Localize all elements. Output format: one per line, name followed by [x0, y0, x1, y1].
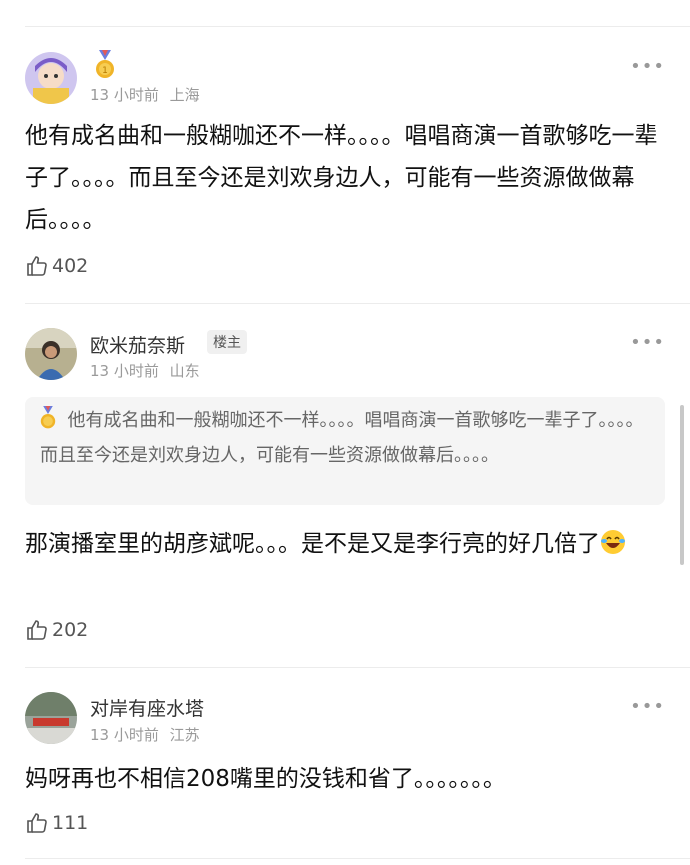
- quoted-comment[interactable]: 他有成名曲和一般糊咖还不一样。。。。唱唱商演一首歌够吃一辈子了。。。。而且至今还…: [25, 397, 665, 505]
- author-name[interactable]: 欧米茄奈斯: [90, 331, 185, 358]
- thumbs-up-icon: [27, 256, 47, 276]
- like-count: 402: [52, 255, 89, 277]
- like-button[interactable]: 402: [25, 254, 88, 278]
- thumbs-up-icon: [27, 813, 47, 833]
- medal-icon: [40, 406, 56, 440]
- comment-meta: 13 小时前 江苏: [90, 724, 200, 745]
- comment-meta: 13 小时前 山东: [90, 360, 200, 381]
- comment-text: 那演播室里的胡彦斌呢。。。是不是又是李行亮的好几倍了: [25, 523, 675, 569]
- avatar[interactable]: [25, 328, 77, 380]
- medal-icon: 1: [95, 50, 115, 84]
- laughing-tears-emoji-icon: [600, 527, 626, 569]
- author-name[interactable]: 对岸有座水塔: [90, 694, 204, 721]
- more-dots-icon[interactable]: •••: [630, 696, 665, 717]
- comment-text: 妈呀再也不相信208嘴里的没钱和省了。。。。。。。: [25, 766, 506, 792]
- like-count: 202: [52, 619, 89, 641]
- more-dots-icon[interactable]: •••: [630, 56, 665, 77]
- op-badge: 楼主: [207, 330, 247, 354]
- timestamp: 13 小时前: [90, 362, 159, 380]
- more-dots-icon[interactable]: •••: [630, 332, 665, 353]
- like-count: 111: [52, 812, 89, 834]
- divider: [25, 667, 690, 668]
- thumbs-up-icon: [27, 620, 47, 640]
- avatar[interactable]: [25, 692, 77, 744]
- comment-meta: 13 小时前 上海: [90, 84, 200, 105]
- location: 上海: [169, 86, 200, 104]
- divider: [25, 858, 690, 859]
- location: 江苏: [169, 726, 200, 744]
- comment-text: 他有成名曲和一般糊咖还不一样。。。。唱唱商演一首歌够吃一辈子了。。。。而且至今还…: [25, 123, 658, 233]
- timestamp: 13 小时前: [90, 726, 159, 744]
- avatar[interactable]: [25, 52, 77, 104]
- like-button[interactable]: 111: [25, 811, 88, 835]
- divider: [25, 303, 690, 304]
- location: 山东: [169, 362, 200, 380]
- like-button[interactable]: 202: [25, 618, 88, 642]
- scrollbar[interactable]: [680, 405, 684, 565]
- quote-text: 他有成名曲和一般糊咖还不一样。。。。唱唱商演一首歌够吃一辈子了。。。。而且至今还…: [40, 410, 644, 466]
- top-divider: [25, 26, 690, 27]
- timestamp: 13 小时前: [90, 86, 159, 104]
- svg-text:1: 1: [102, 66, 108, 76]
